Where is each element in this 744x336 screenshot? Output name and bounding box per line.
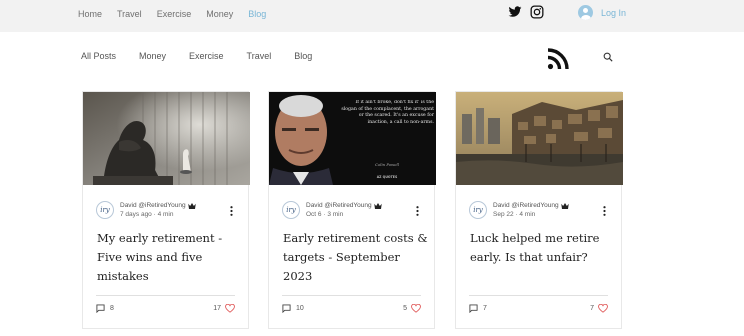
post-meta: iry David @iRetiredYoung Oct 6 · 3 min [282, 201, 382, 219]
user-avatar-icon [578, 5, 593, 20]
post-title[interactable]: My early retirement - Five wins and five… [97, 229, 242, 286]
login-label: Log In [601, 7, 627, 18]
nav-exercise[interactable]: Exercise [157, 8, 192, 20]
more-options-icon[interactable] [230, 206, 233, 216]
like-count-value: 7 [590, 305, 594, 312]
post-cover-image[interactable] [83, 92, 250, 185]
top-navigation: Home Travel Exercise Money Blog [78, 8, 281, 20]
post-date-row: 7 days ago · 4 min [120, 211, 174, 218]
category-blog[interactable]: Blog [294, 50, 312, 62]
post-title[interactable]: Luck helped me retire early. Is that unf… [470, 229, 615, 267]
comment-icon [282, 304, 291, 313]
like-count[interactable]: 5 [403, 304, 421, 313]
author-logo[interactable]: iry [469, 201, 487, 219]
category-all-posts[interactable]: All Posts [81, 50, 116, 62]
search-icon[interactable] [603, 52, 613, 62]
site-header: Home Travel Exercise Money Blog Log In [0, 0, 744, 32]
nav-money[interactable]: Money [206, 8, 233, 20]
post-author[interactable]: David @iRetiredYoung [306, 201, 372, 210]
nav-blog[interactable]: Blog [248, 8, 266, 20]
category-travel[interactable]: Travel [247, 50, 272, 62]
post-date-row: Oct 6 · 3 min [306, 211, 344, 218]
crown-icon [373, 202, 382, 209]
more-options-icon[interactable] [416, 206, 419, 216]
author-logo[interactable]: iry [96, 201, 114, 219]
crown-icon [187, 202, 196, 209]
post-date: Oct 6 [306, 211, 322, 218]
category-exercise[interactable]: Exercise [189, 50, 224, 62]
post-author[interactable]: David @iRetiredYoung [493, 201, 559, 210]
nav-travel[interactable]: Travel [117, 8, 142, 20]
post-title[interactable]: Early retirement costs & targets - Septe… [283, 229, 428, 286]
quote-text: If it ain't broke, don't fix it' is the … [341, 100, 434, 125]
social-links [508, 5, 544, 19]
comment-count-value: 10 [296, 305, 304, 312]
like-count-value: 5 [403, 305, 407, 312]
post-read-time: 4 min [519, 211, 536, 218]
post-author-row: David @iRetiredYoung [306, 201, 382, 210]
post-date: 7 days ago [120, 211, 152, 218]
comment-count-value: 8 [110, 305, 114, 312]
category-money[interactable]: Money [139, 50, 166, 62]
crown-icon [560, 202, 569, 209]
post-card[interactable]: iry David @iRetiredYoung 7 days ago · 4 … [82, 91, 250, 329]
instagram-icon[interactable] [530, 5, 544, 19]
heart-icon[interactable] [225, 304, 235, 313]
nav-home[interactable]: Home [78, 8, 102, 20]
rss-feed-icon[interactable] [546, 47, 570, 71]
post-cover-image[interactable]: If it ain't broke, don't fix it' is the … [269, 92, 436, 185]
author-logo[interactable]: iry [282, 201, 300, 219]
post-read-time: 4 min [157, 211, 174, 218]
post-read-time: 3 min [327, 211, 344, 218]
comment-icon [469, 304, 478, 313]
post-meta: iry David @iRetiredYoung 7 days ago · 4 … [96, 201, 196, 219]
more-options-icon[interactable] [603, 206, 606, 216]
comment-count[interactable]: 10 [282, 304, 304, 313]
comment-count-value: 7 [483, 305, 487, 312]
divider [469, 295, 608, 296]
post-author-row: David @iRetiredYoung [120, 201, 196, 210]
comment-icon [96, 304, 105, 313]
post-author-row: David @iRetiredYoung [493, 201, 569, 210]
login-button[interactable]: Log In [578, 5, 626, 20]
like-count[interactable]: 17 [213, 304, 235, 313]
like-count-value: 17 [213, 305, 221, 312]
divider [96, 295, 235, 296]
blog-category-menu: All Posts Money Exercise Travel Blog [81, 50, 335, 62]
twitter-icon[interactable] [508, 5, 522, 19]
post-date: Sep 22 [493, 211, 514, 218]
post-card[interactable]: iry David @iRetiredYoung Sep 22 · 4 min … [455, 91, 623, 329]
like-count[interactable]: 7 [590, 304, 608, 313]
heart-icon[interactable] [598, 304, 608, 313]
post-cover-image[interactable] [456, 92, 623, 185]
comment-count[interactable]: 7 [469, 304, 487, 313]
quote-signature: Colin Powell [375, 162, 400, 167]
post-meta: iry David @iRetiredYoung Sep 22 · 4 min [469, 201, 569, 219]
post-date-row: Sep 22 · 4 min [493, 211, 536, 218]
post-card[interactable]: If it ain't broke, don't fix it' is the … [268, 91, 436, 329]
divider [282, 295, 421, 296]
heart-icon[interactable] [411, 304, 421, 313]
quote-brand: AZ QUOTES [377, 175, 398, 179]
comment-count[interactable]: 8 [96, 304, 114, 313]
post-author[interactable]: David @iRetiredYoung [120, 201, 186, 210]
